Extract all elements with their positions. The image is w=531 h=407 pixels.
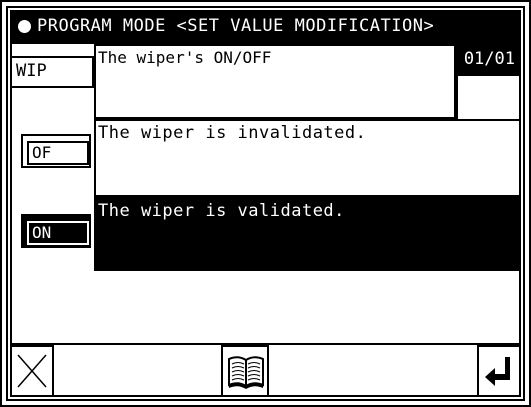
item-title: The wiper's ON/OFF	[98, 48, 272, 67]
page-title: PROGRAM MODE <SET VALUE MODIFICATION>	[37, 16, 435, 36]
title-bar: PROGRAM MODE <SET VALUE MODIFICATION>	[12, 12, 519, 44]
manual-button[interactable]	[221, 345, 269, 395]
on-button-inner: ON	[27, 221, 89, 245]
off-button-label: OF	[32, 143, 52, 162]
option-on-description: The wiper is validated.	[98, 201, 345, 221]
item-code-label: WIP	[12, 56, 94, 88]
option-off-description-panel[interactable]: The wiper is invalidated.	[94, 119, 521, 197]
off-button-inner: OF	[27, 141, 89, 165]
book-icon	[228, 356, 264, 389]
on-button[interactable]: ON	[21, 214, 91, 248]
item-title-box: The wiper's ON/OFF	[94, 44, 456, 119]
on-button-label: ON	[32, 223, 52, 242]
page-counter: 01/01	[456, 44, 519, 76]
option-off-description: The wiper is invalidated.	[98, 123, 367, 143]
cross-icon	[17, 354, 47, 388]
enter-arrow-icon	[485, 357, 510, 386]
cancel-button[interactable]	[12, 345, 54, 395]
mode-indicator-dot-icon	[18, 20, 31, 33]
enter-button[interactable]	[477, 345, 519, 395]
divider	[456, 76, 458, 119]
off-button[interactable]: OF	[21, 134, 91, 168]
option-on-description-panel[interactable]: The wiper is validated.	[94, 197, 521, 271]
